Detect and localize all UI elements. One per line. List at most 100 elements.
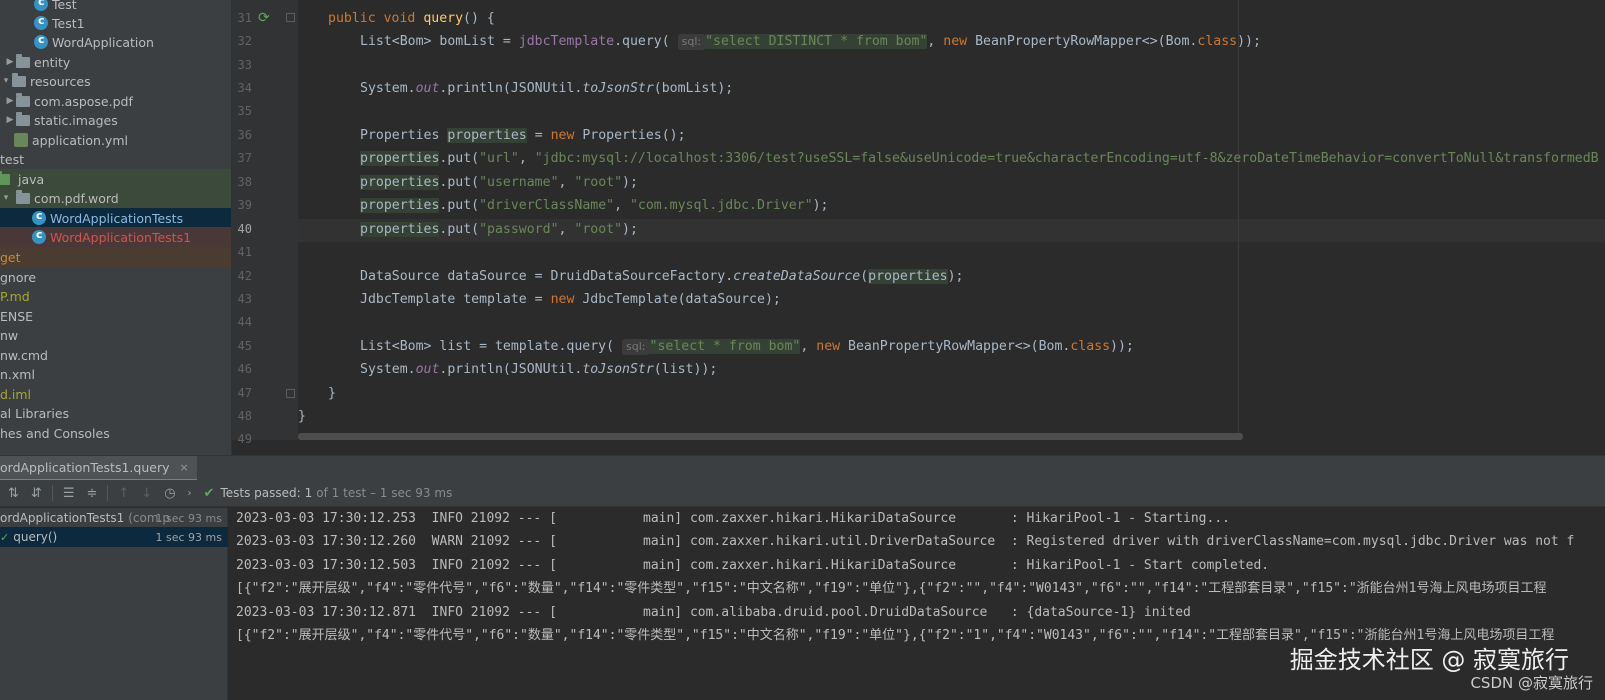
code-line-31[interactable]: public void query() { (328, 7, 495, 30)
line-number: 49 (237, 432, 252, 446)
class-icon (32, 209, 46, 225)
chevron-right-icon[interactable]: ▶ (4, 115, 16, 125)
line-number: 42 (237, 269, 252, 283)
line-number: 45 (237, 339, 252, 353)
previous-failed-icon[interactable]: ↑ (118, 486, 129, 501)
fold-icon[interactable] (286, 389, 295, 398)
expand-all-icon[interactable]: ☰ (63, 486, 75, 501)
sort-duration-icon[interactable]: ⇵ (31, 486, 42, 501)
code-line-39[interactable]: properties.put("driverClassName", "com.m… (360, 194, 829, 217)
sql-param-hint: sql: (622, 339, 650, 355)
tree-item-gitignore[interactable]: gnore (0, 267, 231, 287)
code-line-46[interactable]: System.out.println(JSONUtil.toJsonStr(li… (360, 358, 717, 381)
tree-item-wordapplication[interactable]: WordApplication (0, 32, 231, 52)
class-icon (34, 0, 48, 11)
line-number: 41 (237, 245, 252, 259)
tree-item-test[interactable]: Test (0, 0, 231, 14)
editor-gutter[interactable]: 31 ⟳ 32 33 34 35 36 37 38 39 40 41 42 43… (232, 0, 298, 446)
collapse-all-icon[interactable]: ≑ (86, 486, 97, 501)
tree-item-entity[interactable]: ▶ entity (0, 52, 231, 72)
line-number: 32 (237, 34, 252, 48)
chevron-right-icon[interactable]: ▶ (4, 96, 16, 106)
tree-item-static-images[interactable]: ▶ static.images (0, 110, 231, 130)
close-icon[interactable]: × (179, 461, 188, 474)
code-line-32[interactable]: List<Bom> bomList = jdbcTemplate.query( … (360, 30, 1261, 53)
line-number: 39 (237, 198, 252, 212)
code-line-47[interactable]: } (328, 382, 336, 405)
line-number: 34 (237, 81, 252, 95)
horizontal-scrollbar[interactable] (298, 433, 1243, 440)
line-number: 36 (237, 128, 252, 142)
line-number: 35 (237, 104, 252, 118)
chevron-down-icon[interactable]: ▾ (0, 193, 12, 203)
console-line: [{"f2":"展开层级","f4":"零件代号","f6":"数量","f14… (236, 581, 1547, 596)
tests-passed-label: Tests passed: (220, 486, 301, 500)
test-class-row[interactable]: ordApplicationTests1 (com.p 1 sec 93 ms (0, 508, 228, 528)
chevron-right-icon[interactable]: ▶ (4, 57, 16, 67)
code-line-42[interactable]: DataSource dataSource = DruidDataSourceF… (360, 265, 963, 288)
test-method-row[interactable]: ✓ query() 1 sec 93 ms (0, 527, 228, 547)
line-number: 33 (237, 58, 252, 72)
watermark: 掘金技术社区 @ 寂寞旅行 (1289, 646, 1569, 674)
tree-item-mvnw-cmd[interactable]: nw.cmd (0, 345, 231, 365)
code-line-34[interactable]: System.out.println(JSONUtil.toJsonStr(bo… (360, 77, 733, 100)
tree-item-pom-xml[interactable]: n.xml (0, 364, 231, 384)
next-failed-icon[interactable]: ↓ (141, 486, 152, 501)
code-line-45[interactable]: List<Bom> list = template.query( sql: "se… (360, 335, 1134, 358)
code-line-43[interactable]: JdbcTemplate template = new JdbcTemplate… (360, 288, 781, 311)
tree-item-resources[interactable]: ▾ resources (0, 71, 231, 91)
sort-alpha-icon[interactable]: ⇅ (8, 486, 19, 501)
folder-icon (0, 170, 10, 185)
fold-icon[interactable] (286, 13, 295, 22)
tree-item-external-libraries[interactable]: al Libraries (0, 403, 231, 423)
line-number: 48 (237, 409, 252, 423)
test-results-tree[interactable]: ordApplicationTests1 (com.p 1 sec 93 ms … (0, 508, 228, 700)
folder-icon (16, 92, 30, 107)
tree-item-com-pdf-word[interactable]: ▾ com.pdf.word (0, 188, 231, 208)
tree-item-mvnw[interactable]: nw (0, 325, 231, 345)
run-panel-header: ordApplicationTests1.query × (0, 455, 1605, 481)
chevron-down-icon[interactable]: ▾ (0, 76, 12, 86)
watermark-sub: CSDN @寂寞旅行 (1470, 674, 1593, 692)
folder-icon (16, 189, 30, 204)
right-margin-guide (1238, 0, 1239, 440)
sql-param-hint: sql: (677, 34, 706, 50)
tests-passed-count: 1 (304, 486, 313, 500)
code-line-37[interactable]: properties.put("url", "jdbc:mysql://loca… (360, 147, 1599, 170)
run-test-icon[interactable]: ⟳ (258, 10, 270, 26)
tree-item-application-yml[interactable]: application.yml (0, 130, 231, 150)
code-editor[interactable]: public void query() { List<Bom> bomList … (298, 0, 1605, 440)
line-number: 38 (237, 175, 252, 189)
yml-file-icon (14, 133, 28, 147)
check-icon: ✓ (0, 530, 10, 544)
run-toolbar: ⇅ ⇵ ☰ ≑ ↑ ↓ ◷ › ✔ Tests passed: 1 of 1 t… (0, 480, 1605, 507)
folder-icon (16, 111, 30, 126)
code-line-38[interactable]: properties.put("username", "root"); (360, 171, 638, 194)
line-number: 47 (237, 386, 252, 400)
class-icon (34, 14, 48, 30)
line-number: 46 (237, 362, 252, 376)
tree-item-iml[interactable]: d.iml (0, 384, 231, 404)
tree-item-scratches-consoles[interactable]: hes and Consoles (0, 423, 231, 443)
history-icon[interactable]: ◷ (164, 486, 175, 501)
project-tree-panel[interactable]: Test Test1 WordApplication ▶entity ▾reso… (0, 0, 232, 455)
chevron-right-icon[interactable]: › (188, 488, 192, 499)
toolbar-divider (107, 485, 109, 501)
code-line-36[interactable]: Properties properties = new Properties()… (360, 124, 686, 147)
line-number: 43 (237, 292, 252, 306)
tree-item-wordapplicationtests[interactable]: WordApplicationTests (0, 208, 231, 228)
tree-item-test1[interactable]: Test1 (0, 13, 231, 33)
line-number-current: 40 (237, 222, 252, 236)
code-line-48[interactable]: } (298, 405, 306, 428)
tree-item-wordapplicationtests1[interactable]: WordApplicationTests1 (0, 227, 231, 247)
run-tab[interactable]: ordApplicationTests1.query × (0, 455, 197, 481)
tree-item-com-aspose-pdf[interactable]: ▶ com.aspose.pdf (0, 91, 231, 111)
tree-item-readme[interactable]: P.md (0, 286, 231, 306)
console-line: 2023-03-03 17:30:12.260 WARN 21092 --- [… (236, 534, 1575, 549)
tree-item-test-folder[interactable]: test (0, 149, 231, 169)
tree-item-target[interactable]: get (0, 247, 231, 267)
check-icon: ✔ (203, 485, 215, 501)
code-line-40[interactable]: properties.put("password", "root"); (360, 218, 638, 241)
tree-item-license[interactable]: ENSE (0, 306, 231, 326)
tree-item-java[interactable]: java (0, 169, 231, 189)
